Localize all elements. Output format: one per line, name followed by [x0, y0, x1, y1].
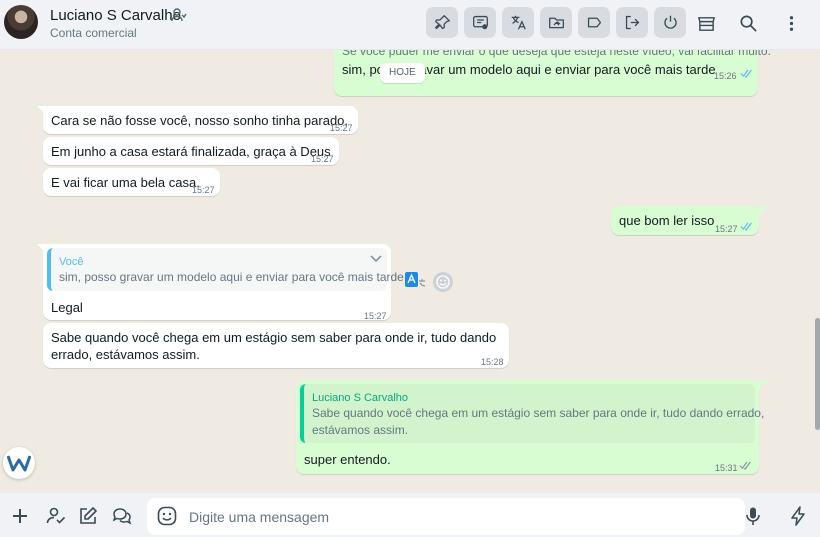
message-list[interactable]: Se você puder me enviar o que deseja que…	[0, 50, 820, 493]
search-button[interactable]	[734, 9, 762, 37]
message-text: E vai ficar uma bela casa.	[51, 175, 200, 190]
message-text-line: Sabe quando você chega em um estágio sem…	[51, 330, 497, 345]
message-time: 15:26	[714, 71, 737, 81]
translate-button[interactable]	[502, 7, 534, 38]
voice-message-button[interactable]	[742, 505, 764, 527]
w-logo-icon	[7, 455, 31, 472]
message-text: super entendo.	[304, 452, 391, 467]
message-time: 15:27	[715, 224, 738, 234]
edit-icon	[80, 507, 97, 524]
contact-name[interactable]: Luciano S Carvalho	[50, 7, 181, 24]
read-tick-icon	[740, 222, 752, 231]
message-time: 15:27	[330, 123, 353, 133]
message-time: 15:27	[311, 154, 334, 164]
contact-avatar[interactable]	[4, 5, 38, 39]
message-input-container	[147, 498, 745, 535]
message-text: que bom ler isso	[619, 213, 715, 228]
message-bubble-incoming[interactable]: E vai ficar uma bela casa. 15:27	[43, 168, 220, 196]
translate-message-icon[interactable]	[404, 271, 426, 291]
read-tick-icon	[740, 69, 752, 78]
message-text-line: errado, estávamos assim.	[51, 347, 200, 362]
pin-chat-button[interactable]	[426, 7, 458, 38]
exit-chat-button[interactable]	[616, 7, 648, 38]
quoted-message[interactable]: Você sim, posso gravar um modelo aqui e …	[47, 248, 404, 291]
store-icon	[697, 16, 715, 31]
message-bubble-outgoing-reply[interactable]: Luciano S Carvalho Sabe quando você cheg…	[296, 380, 764, 474]
power-icon	[663, 15, 677, 29]
exit-icon	[625, 15, 639, 30]
message-text: Cara se não fosse você, nosso sonho tinh…	[51, 113, 349, 128]
date-divider: HOJE	[380, 63, 425, 83]
emoji-smile-icon	[436, 275, 450, 289]
contact-users-icon[interactable]	[171, 7, 187, 23]
chat-header: Luciano S Carvalho Conta comercial	[0, 0, 820, 50]
power-button[interactable]	[654, 7, 686, 38]
label-button[interactable]	[578, 7, 610, 38]
store-button[interactable]	[692, 9, 720, 37]
share-folder-button[interactable]	[540, 7, 572, 38]
message-bubble-incoming[interactable]: Cara se não fosse você, nosso sonho tinh…	[43, 106, 358, 134]
emoji-icon[interactable]	[157, 506, 177, 526]
message-bubble-incoming-reply[interactable]: Você sim, posso gravar um modelo aqui e …	[43, 244, 404, 321]
message-text: Em junho a casa estará finalizada, graça…	[51, 144, 331, 159]
attach-button[interactable]	[9, 505, 31, 527]
menu-button[interactable]	[777, 9, 805, 37]
translate-icon	[511, 15, 526, 30]
contact-check-icon	[46, 507, 66, 524]
message-bubble-incoming[interactable]: Sabe quando você chega em um estágio sem…	[43, 323, 509, 368]
message-time: 15:28	[481, 357, 504, 367]
message-time: 15:31	[715, 463, 738, 473]
contacts-button[interactable]	[45, 505, 67, 527]
extension-logo-button[interactable]	[3, 447, 35, 479]
message-bubble-outgoing[interactable]: que bom ler isso 15:27	[611, 206, 759, 235]
quoted-text: sim, posso gravar um modelo aqui e envia…	[59, 270, 404, 284]
contact-account-type: Conta comercial	[50, 26, 137, 40]
message-text: Legal	[51, 300, 83, 315]
plus-icon	[13, 509, 27, 523]
quoted-text-line: estávamos assim.	[312, 423, 409, 437]
message-composer	[0, 493, 820, 537]
pin-icon	[434, 15, 450, 30]
chat-bubbles-icon	[112, 508, 132, 525]
react-button[interactable]	[433, 272, 453, 292]
quoted-text-line: Sabe quando você chega em um estágio sem…	[312, 406, 765, 420]
quoted-message[interactable]: Luciano S Carvalho Sabe quando você cheg…	[300, 384, 764, 443]
message-input[interactable]	[189, 498, 729, 535]
folder-share-icon	[548, 17, 564, 29]
bubble-tail	[758, 380, 768, 390]
label-icon	[587, 17, 601, 28]
quick-actions-button[interactable]	[787, 505, 809, 527]
edit-button[interactable]	[77, 505, 99, 527]
message-text-partial: Se você puder me enviar o que deseja que…	[342, 50, 771, 58]
more-vertical-icon	[789, 15, 793, 31]
quick-replies-button[interactable]	[111, 505, 133, 527]
microphone-icon	[746, 507, 760, 525]
message-status-icon	[472, 15, 488, 30]
message-bubble-incoming[interactable]: Em junho a casa estará finalizada, graça…	[43, 137, 339, 165]
chat-scrollbar[interactable]	[815, 318, 820, 430]
delivered-tick-icon	[739, 461, 751, 470]
bubble-tail	[758, 206, 768, 216]
search-icon	[740, 15, 757, 32]
lightning-icon	[791, 506, 805, 526]
chevron-down-icon[interactable]	[369, 254, 383, 264]
message-time: 15:27	[192, 185, 215, 195]
message-status-button[interactable]	[464, 7, 496, 38]
